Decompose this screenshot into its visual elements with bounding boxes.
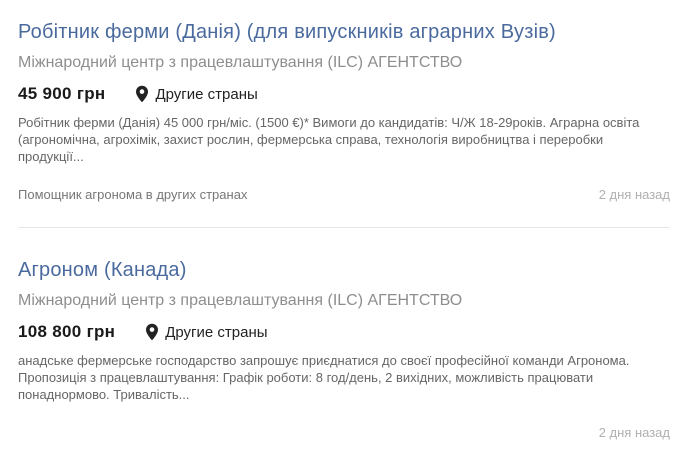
map-pin-icon — [145, 323, 159, 341]
vacancy-footer: Помощник агронома в других странах 2 дня… — [18, 187, 670, 205]
vacancy-title-link[interactable]: Агроном (Канада) — [18, 252, 670, 288]
salary: 45 900 грн — [18, 84, 106, 103]
company-name: Міжнародний центр з працевлаштування (IL… — [18, 292, 463, 309]
vacancy-description: анадське фермерське господарство запрошу… — [18, 353, 630, 402]
vacancy-footer: 2 дня назад — [18, 425, 670, 443]
company-name: Міжнародний центр з працевлаштування (IL… — [18, 54, 463, 71]
vacancy-category: Помощник агронома в других странах — [18, 187, 248, 202]
posted-date: 2 дня назад — [598, 187, 670, 202]
location-text: Другие страны — [165, 323, 268, 341]
vacancy-card[interactable]: Агроном (Канада) Міжнародний центр з пра… — [18, 252, 670, 443]
vacancy-title-link[interactable]: Робітник ферми (Данія) (для випускників … — [18, 14, 670, 50]
location: Другие страны — [135, 85, 258, 103]
salary: 108 800 грн — [18, 322, 116, 341]
vacancy-meta: 45 900 грн Другие страны — [18, 80, 670, 108]
vacancy-meta: 108 800 грн Другие страны — [18, 318, 670, 346]
location: Другие страны — [145, 323, 268, 341]
vacancy-card[interactable]: Робітник ферми (Данія) (для випускників … — [18, 14, 670, 205]
location-text: Другие страны — [155, 85, 258, 103]
card-divider — [18, 227, 670, 228]
vacancy-description: Робітник ферми (Данія) 45 000 грн/міс. (… — [18, 115, 640, 164]
map-pin-icon — [135, 85, 149, 103]
posted-date: 2 дня назад — [598, 425, 670, 440]
vacancy-list: Робітник ферми (Данія) (для випускників … — [0, 0, 700, 464]
